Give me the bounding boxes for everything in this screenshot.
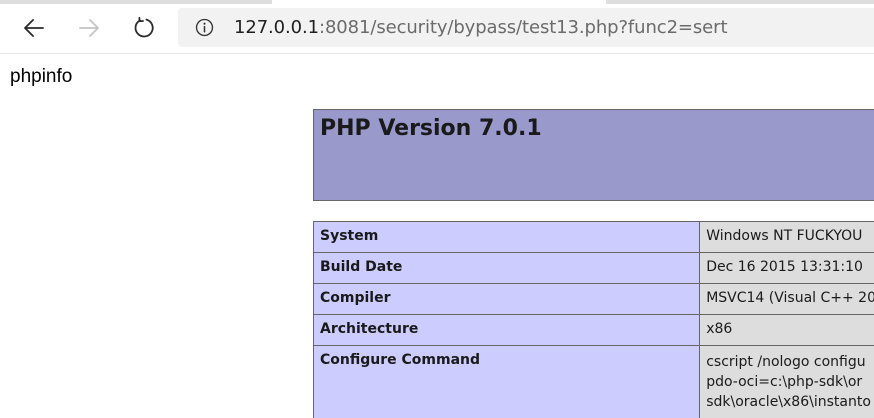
reload-button[interactable] <box>127 11 161 45</box>
row-label: Architecture <box>312 314 701 346</box>
arrow-right-icon <box>79 19 99 37</box>
url-host: 127.0.0.1 <box>234 17 319 38</box>
table-row: Architecture x86 <box>312 314 874 346</box>
value-line: cscript /nologo configu <box>706 354 866 370</box>
reload-icon <box>134 16 154 38</box>
row-value: cscript /nologo configu pdo-oci=c:\php-s… <box>699 345 874 418</box>
page-text-phpinfo: phpinfo <box>10 66 73 87</box>
row-label: System <box>312 221 701 253</box>
row-value: Windows NT FUCKYOU <box>699 221 874 253</box>
php-version-header: PHP Version 7.0.1 <box>313 109 874 201</box>
table-row: Compiler MSVC14 (Visual C++ 20 <box>312 283 874 315</box>
row-label: Build Date <box>312 252 701 284</box>
tab-strip-edge <box>0 0 272 4</box>
table-row: System Windows NT FUCKYOU <box>312 221 874 253</box>
row-label: Configure Command <box>312 345 701 418</box>
forward-button[interactable] <box>72 11 106 45</box>
row-label: Compiler <box>312 283 701 315</box>
value-line: pdo-oci=c:\php-sdk\or <box>706 374 863 390</box>
value-line: sdk\oracle\x86\instanto <box>706 394 871 410</box>
row-value: x86 <box>699 314 874 346</box>
row-value: Dec 16 2015 13:31:10 <box>699 252 874 284</box>
php-info-table: System Windows NT FUCKYOU Build Date Dec… <box>312 221 874 418</box>
url-text[interactable]: 127.0.0.1:8081/security/bypass/test13.ph… <box>234 17 728 38</box>
browser-toolbar: 127.0.0.1:8081/security/bypass/test13.ph… <box>0 0 874 54</box>
row-value: MSVC14 (Visual C++ 20 <box>699 283 874 315</box>
tab-strip-edge <box>606 0 874 4</box>
address-bar[interactable]: 127.0.0.1:8081/security/bypass/test13.ph… <box>178 8 874 47</box>
table-row: Configure Command cscript /nologo config… <box>312 345 874 418</box>
url-path: :8081/security/bypass/test13.php?func2=s… <box>318 17 728 38</box>
back-button[interactable] <box>17 11 51 45</box>
php-version-title: PHP Version 7.0.1 <box>320 116 542 141</box>
arrow-left-icon <box>24 19 44 37</box>
table-row: Build Date Dec 16 2015 13:31:10 <box>312 252 874 284</box>
info-circle-icon[interactable] <box>195 18 214 37</box>
